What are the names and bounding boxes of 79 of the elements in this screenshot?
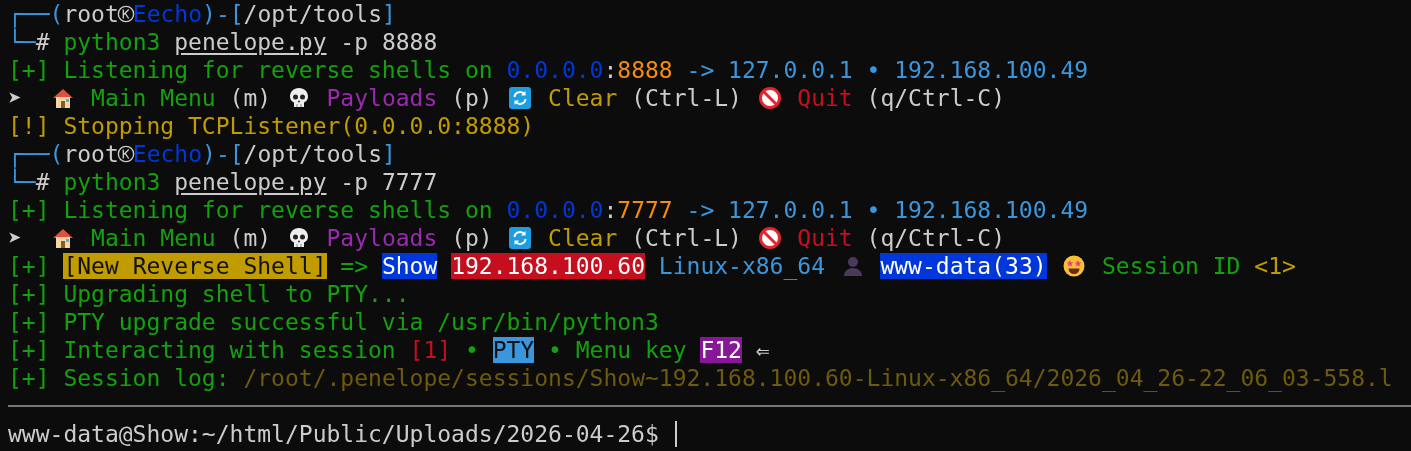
- star-eyes-face-icon: [1062, 254, 1087, 278]
- terminal-text: • Menu key: [547, 336, 688, 364]
- terminal-text: (m): [229, 224, 273, 252]
- terminal-text: Quit: [796, 224, 854, 252]
- terminal-text: [+] Listening for reverse shells on: [8, 196, 494, 224]
- highlighted-label: 192.168.100.60: [451, 253, 645, 279]
- terminal-text: -p 7777: [339, 168, 438, 196]
- terminal-text: ]: [382, 140, 396, 168]
- terminal-text: ➤: [8, 84, 23, 112]
- terminal-text: Linux-x86_64: [657, 252, 826, 280]
- terminal-text: python3: [63, 168, 162, 196]
- terminal-text: Quit: [796, 84, 854, 112]
- terminal-text: root: [63, 140, 119, 168]
- terminal-text: [+] Interacting with session: [8, 336, 397, 364]
- terminal-text: #: [35, 169, 51, 196]
- terminal-text: [!] Stopping TCPListener(0.0.0.0:8888): [8, 112, 535, 140]
- terminal-text: [+] PTY upgrade successful via /usr/bin/python3: [8, 308, 659, 336]
- highlighted-label: F12: [700, 337, 742, 363]
- terminal-text: (Ctrl-L): [631, 84, 743, 112]
- terminal-text: (p): [451, 224, 494, 252]
- terminal-text: (q/Ctrl-C): [866, 84, 1006, 112]
- terminal-text: (m): [229, 84, 273, 112]
- terminal-text: Payloads: [325, 224, 439, 252]
- terminal-text: 0.0.0.0: [506, 56, 604, 84]
- shell-prompt: www-data@Show:~/html/Public/Uploads/2026-04-26$: [8, 420, 660, 448]
- terminal-text: 0.0.0.0: [506, 196, 604, 224]
- terminal-text: =>: [339, 252, 370, 280]
- terminal-text: python3: [63, 28, 162, 56]
- terminal-text: ┌──(: [8, 140, 64, 168]
- terminal-text: -> 127.0.0.1 • 192.168.100.49: [685, 56, 1089, 84]
- terminal-text: •: [463, 336, 480, 364]
- terminal-text: [+] Listening for reverse shells on: [8, 56, 494, 84]
- terminal-text: 7777: [617, 196, 673, 224]
- terminal-text: Clear: [547, 84, 619, 112]
- terminal-text: (p): [451, 84, 494, 112]
- circled-k-icon: [116, 145, 135, 163]
- terminal-text: (q/Ctrl-C): [866, 224, 1006, 252]
- terminal-text: [+] Session log:: [8, 364, 231, 392]
- terminal-text: ┌──(: [8, 0, 64, 28]
- terminal-text: Main Menu: [90, 84, 217, 112]
- terminal-text: └─: [8, 28, 36, 56]
- terminal-text: ]: [382, 0, 396, 28]
- terminal-text: 8888: [617, 56, 673, 84]
- terminal-text: (Ctrl-L): [631, 224, 743, 252]
- terminal-text: └─: [8, 168, 36, 196]
- terminal-text: /opt/tools: [243, 140, 383, 168]
- terminal-text: -> 127.0.0.1 • 192.168.100.49: [685, 196, 1089, 224]
- terminal-text: #: [35, 29, 51, 56]
- terminal-text: <1>: [1254, 252, 1296, 280]
- file-name: penelope.py: [174, 168, 327, 196]
- text-cursor: [674, 421, 677, 447]
- highlighted-label: PTY: [492, 337, 535, 363]
- terminal-text: [+]: [8, 252, 51, 280]
- terminal-text: :: [603, 196, 618, 224]
- refresh-icon: [508, 86, 533, 110]
- terminal-text: -p 8888: [339, 28, 438, 56]
- terminal-text: Payloads: [325, 84, 439, 112]
- terminal-text: Eecho: [132, 140, 203, 168]
- terminal-text: ⇐: [754, 336, 770, 364]
- terminal-text: [1]: [409, 336, 452, 364]
- no-entry-icon: [757, 226, 782, 250]
- terminal-text: Session ID: [1100, 252, 1242, 280]
- terminal-text: [+] Upgrading shell to PTY...: [8, 280, 410, 308]
- terminal-text: Clear: [547, 224, 619, 252]
- terminal-text: /root/.penelope/sessions/Show~192.168.100.60-Linux-x86_64/2026_04_26-22_06_03-558.l: [243, 364, 1393, 392]
- terminal-text: Eecho: [132, 0, 203, 28]
- no-entry-icon: [757, 86, 782, 110]
- refresh-icon: [508, 226, 533, 250]
- terminal-text: )-[: [202, 140, 244, 168]
- terminal-text: Main Menu: [90, 224, 217, 252]
- terminal-text: /opt/tools: [243, 0, 383, 28]
- terminal-text: ➤: [8, 224, 23, 252]
- file-name: penelope.py: [174, 28, 327, 56]
- highlighted-label: [New Reverse Shell]: [63, 253, 327, 279]
- highlighted-label: www-data(33): [880, 253, 1047, 279]
- terminal-text: root: [63, 0, 119, 28]
- circled-k-icon: [116, 5, 135, 23]
- terminal-text: )-[: [202, 0, 244, 28]
- terminal-text: :: [603, 56, 618, 84]
